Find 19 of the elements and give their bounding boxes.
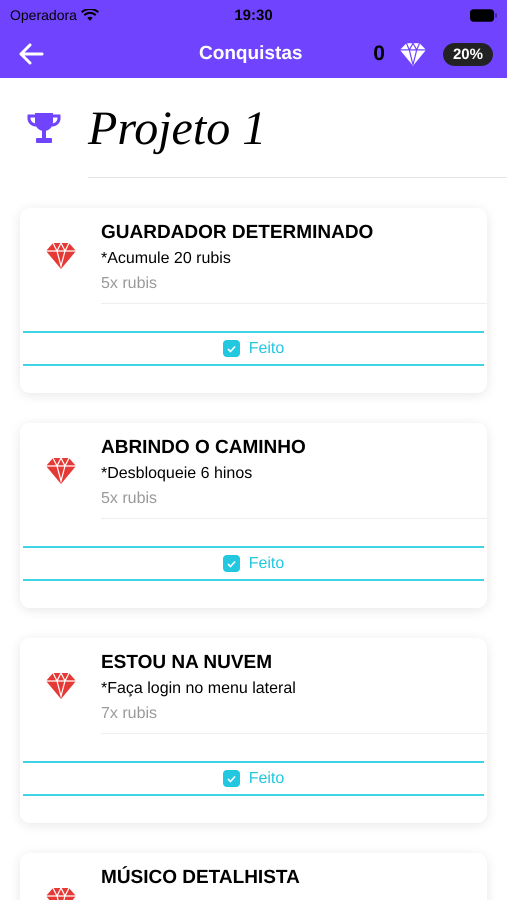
done-label: Feito [248, 340, 284, 358]
achievement-title: ABRINDO O CAMINHO [101, 437, 307, 459]
done-label: Feito [248, 554, 284, 572]
clock-time: 19:30 [233, 6, 274, 24]
screen-title: Conquistas [199, 43, 302, 65]
done-label: Feito [248, 770, 284, 788]
achievement-description: *Acumule 20 rubis [101, 250, 232, 268]
achievement-title: MÚSICO DETALHISTA [101, 867, 301, 889]
reward-text: 5x rubis [101, 275, 158, 293]
project-title: Projeto 1 [88, 100, 266, 156]
achievement-description: *Faça login no menu lateral [101, 680, 297, 698]
progress-badge: 20% [442, 42, 493, 66]
reward-text: 5x rubis [101, 490, 158, 508]
carrier-name: Operadora [10, 7, 77, 23]
achievement-title: GUARDADOR DETERMINADO [101, 222, 374, 244]
achievement-description: *Desbloqueie 6 hinos [101, 465, 254, 483]
achievement-title: ESTOU NA NUVEM [101, 652, 274, 674]
reward-text: 7x rubis [101, 705, 158, 723]
gem-count: 0 [373, 42, 385, 66]
